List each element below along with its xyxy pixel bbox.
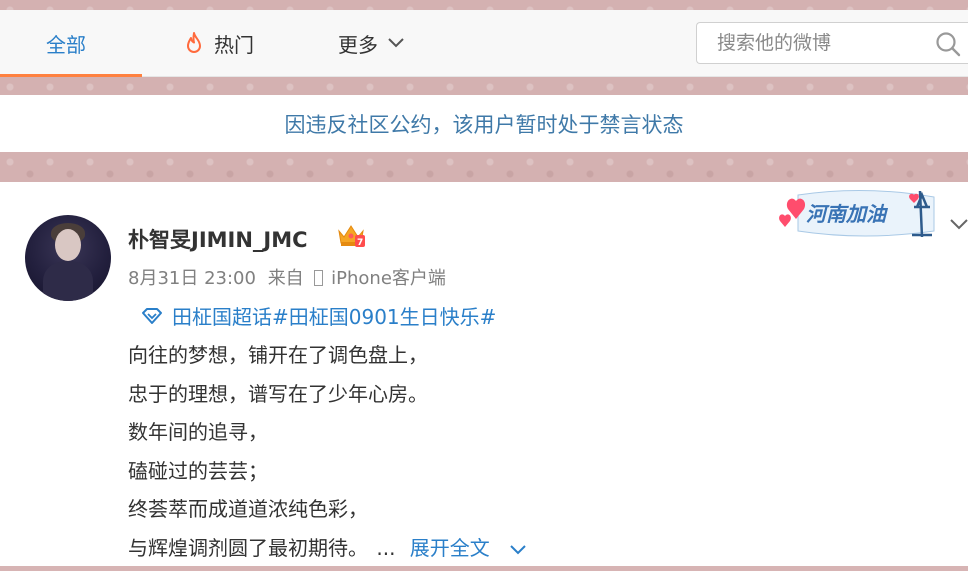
svg-text:7: 7: [357, 238, 363, 248]
post-meta: 8月31日 23:00 来自 iPhone客户端: [128, 264, 446, 290]
post-card: 朴智旻JIMIN_JMC 7 8月31日 23:00 来自 iPhone客户端 …: [0, 182, 968, 566]
post-line: 与辉煌调剂圆了最初期待。: [128, 535, 368, 560]
phone-icon: [314, 270, 324, 286]
fire-icon: [184, 31, 204, 55]
tab-hot-label: 热门: [214, 32, 254, 57]
weibo-search-box: [696, 22, 968, 64]
supertopic-text: 田柾国超话#田柾国0901生日快乐#: [172, 305, 497, 329]
tab-hot[interactable]: 热门: [184, 10, 254, 76]
post-username[interactable]: 朴智旻JIMIN_JMC: [128, 224, 308, 254]
profile-tab-bar: 全部 热门 更多: [0, 10, 968, 77]
post-time[interactable]: 8月31日 23:00: [128, 268, 256, 289]
post-line: 忠于的理想，谱写在了少年心房。: [128, 381, 428, 406]
post-line: 向往的梦想，铺开在了调色盘上，: [128, 343, 428, 367]
tab-all-label: 全部: [46, 32, 86, 57]
post-menu-chevron-icon[interactable]: [950, 216, 968, 235]
search-input[interactable]: [715, 31, 919, 55]
tab-more-label: 更多: [338, 32, 378, 57]
topic-diamond-icon: [142, 307, 162, 324]
post-line: 终荟萃而成道道浓纯色彩，: [128, 497, 368, 522]
post-line-last: 与辉煌调剂圆了最初期待。 ... 展开全文: [128, 532, 526, 571]
post-client[interactable]: iPhone客户端: [331, 268, 446, 289]
chevron-down-icon: [388, 38, 404, 48]
expand-label: 展开全文: [409, 535, 490, 560]
supertopic-link[interactable]: 田柾国超话#田柾国0901生日快乐#: [141, 301, 496, 330]
active-tab-underline: [0, 74, 142, 77]
post-body: 向往的梦想，铺开在了调色盘上， 忠于的理想，谱写在了少年心房。 数年间的追寻， …: [128, 339, 526, 571]
tab-all[interactable]: 全部: [46, 10, 86, 76]
cover-background-bottom: [0, 152, 968, 182]
cover-background-top: [0, 0, 968, 10]
mute-notice-text: 因违反社区公约，该用户暂时处于禁言状态: [284, 112, 684, 137]
post-via: 来自: [267, 268, 304, 289]
henan-support-badge[interactable]: 河南加油: [774, 185, 946, 247]
cover-background-mid: [0, 77, 968, 95]
search-icon[interactable]: [935, 31, 961, 57]
tab-more[interactable]: 更多: [338, 10, 404, 76]
badge-text: 河南加油: [806, 202, 889, 226]
post-line: 磕碰过的芸芸；: [128, 458, 268, 483]
post-ellipsis: ...: [376, 535, 396, 560]
chevron-down-icon: [510, 545, 526, 555]
expand-full-text-link[interactable]: 展开全文: [410, 536, 526, 560]
crown-icon[interactable]: 7: [336, 222, 366, 252]
avatar[interactable]: [25, 215, 111, 301]
post-line: 数年间的追寻，: [128, 420, 268, 445]
mute-notice: 因违反社区公约，该用户暂时处于禁言状态: [0, 95, 968, 152]
